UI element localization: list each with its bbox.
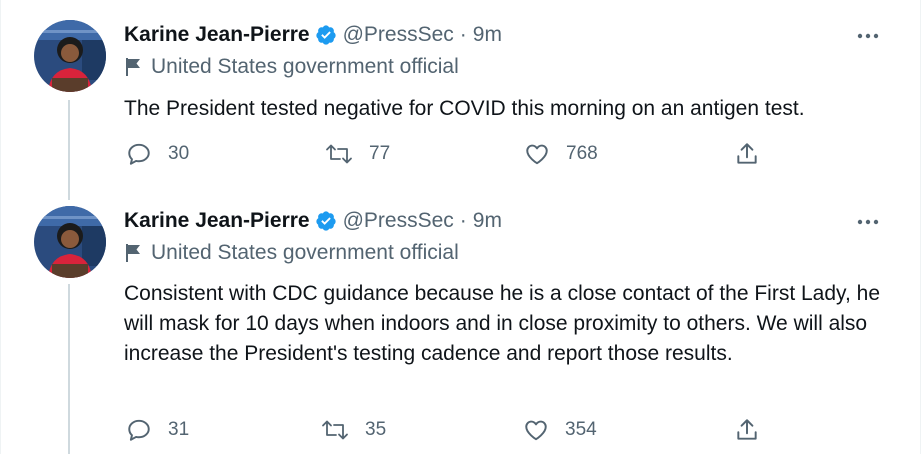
like-icon (524, 141, 550, 167)
like-count: 768 (566, 143, 598, 164)
retweet-button[interactable]: 35 (321, 417, 386, 443)
avatar[interactable] (34, 20, 106, 92)
tweet-actions: 31 35 354 (1, 417, 921, 447)
reply-count: 31 (168, 419, 190, 440)
reply-count: 30 (168, 143, 190, 164)
share-icon (734, 141, 760, 167)
tweet-header: Karine Jean-Pierre @PressSec · 9m (124, 20, 502, 50)
gov-official-label: United States government official (124, 240, 459, 266)
like-button[interactable]: 768 (524, 141, 598, 167)
label-text: United States government official (151, 241, 459, 264)
retweet-count: 77 (369, 143, 391, 164)
separator-dot: · (459, 23, 467, 46)
retweet-icon (321, 417, 349, 443)
more-icon[interactable] (854, 212, 882, 232)
like-count: 354 (565, 419, 597, 440)
flag-icon (124, 57, 151, 77)
share-button[interactable] (734, 417, 760, 443)
retweet-icon (325, 141, 353, 167)
more-icon[interactable] (854, 26, 882, 46)
tweet[interactable]: Karine Jean-Pierre @PressSec · 9m United… (1, 20, 921, 190)
tweet-header: Karine Jean-Pierre @PressSec · 9m (124, 206, 502, 236)
reply-icon (126, 141, 152, 167)
verified-badge-icon (315, 210, 337, 232)
share-icon (734, 417, 760, 443)
flag-icon (124, 243, 151, 263)
timestamp[interactable]: 9m (473, 209, 502, 233)
reply-button[interactable]: 31 (126, 417, 189, 443)
share-button[interactable] (734, 141, 760, 167)
label-text: United States government official (151, 55, 459, 78)
retweet-button[interactable]: 77 (325, 141, 390, 167)
timestamp[interactable]: 9m (473, 23, 502, 47)
timeline: Karine Jean-Pierre @PressSec · 9m United… (0, 0, 921, 454)
like-icon (523, 417, 549, 443)
author-handle[interactable]: @PressSec (343, 209, 454, 233)
tweet-actions: 30 77 768 (1, 141, 921, 171)
author-name[interactable]: Karine Jean-Pierre (124, 23, 310, 47)
author-handle[interactable]: @PressSec (343, 23, 454, 47)
tweet-text: Consistent with CDC guidance because he … (124, 282, 881, 365)
avatar[interactable] (34, 206, 106, 278)
reply-button[interactable]: 30 (126, 141, 189, 167)
verified-badge-icon (315, 24, 337, 46)
reply-icon (126, 417, 152, 443)
separator-dot: · (459, 209, 467, 232)
retweet-count: 35 (365, 419, 387, 440)
gov-official-label: United States government official (124, 54, 459, 80)
like-button[interactable]: 354 (523, 417, 597, 443)
tweet[interactable]: Karine Jean-Pierre @PressSec · 9m United… (1, 206, 921, 454)
tweet-text: The President tested negative for COVID … (124, 97, 805, 120)
author-name[interactable]: Karine Jean-Pierre (124, 209, 310, 233)
